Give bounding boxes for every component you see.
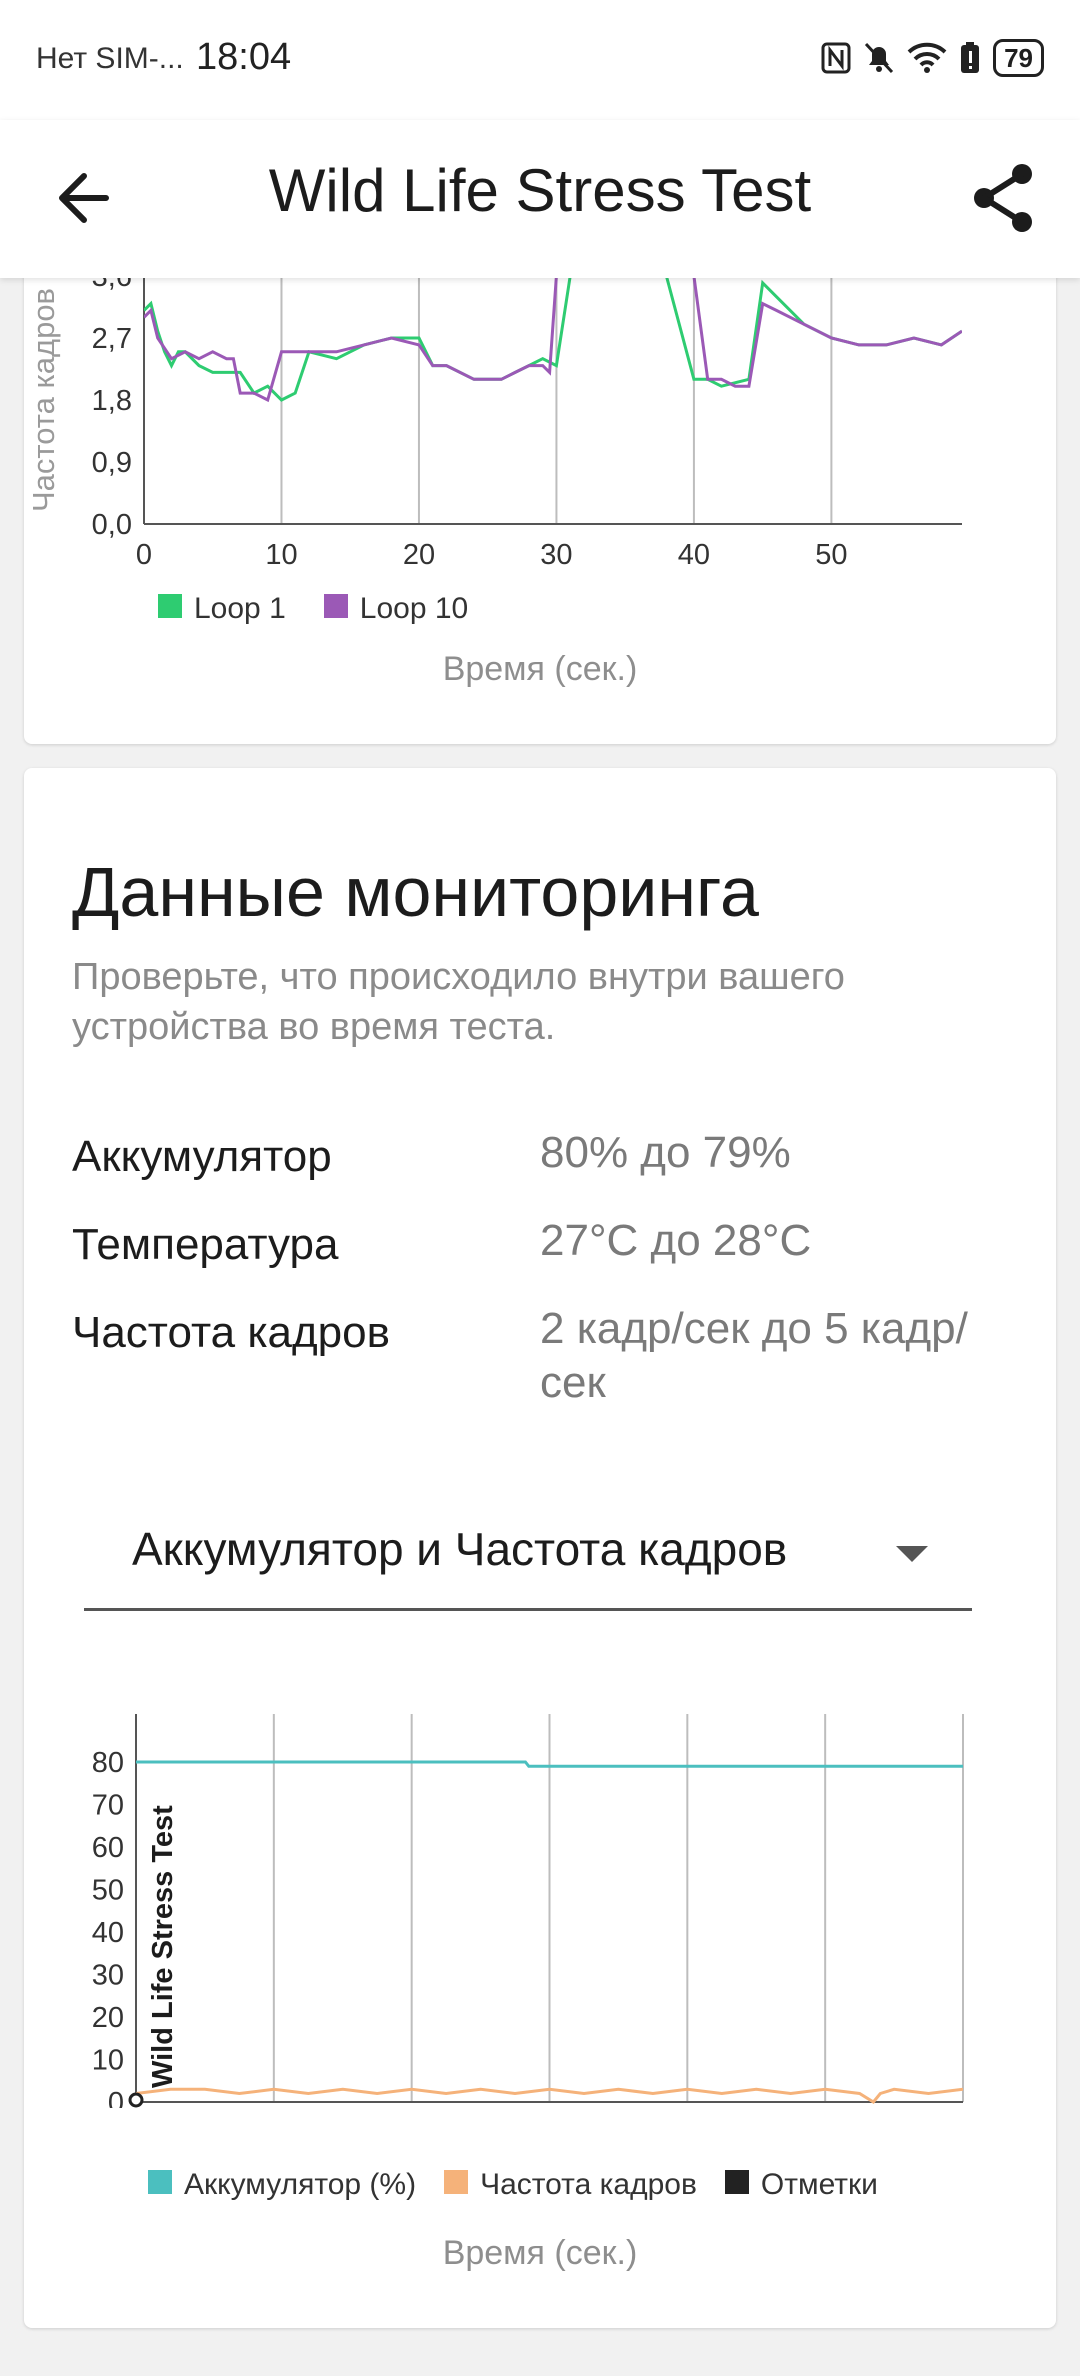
legend-loop10: Loop 10 <box>323 592 469 626</box>
legend-fps: Частота кадров <box>444 2168 697 2202</box>
y-tick-label: 10 <box>92 2045 124 2077</box>
monitoring-card: Данные мониторинга Проверьте, что происх… <box>24 768 1056 2328</box>
mark-annotation-label: Wild Life Stress Test <box>147 1805 179 2088</box>
y-tick-label: 0 <box>108 2087 124 2108</box>
legend-battery: Аккумулятор (%) <box>148 2168 416 2202</box>
y-tick-label: 50 <box>92 1875 124 1907</box>
status-icons: 79 <box>821 36 1044 80</box>
legend-loop1: Loop 1 <box>158 592 286 626</box>
y-tick-label: 60 <box>92 1832 124 1864</box>
battery-alert-icon <box>961 42 980 73</box>
mark-point <box>128 2092 144 2108</box>
monitoring-chart: 02004006008001 0001 20001020304050607080… <box>92 1714 964 2108</box>
y-tick-label: 0,0 <box>92 509 132 541</box>
x-tick-label: 0 <box>136 539 152 571</box>
fps-chart-ylabel: Частота кадров <box>26 288 61 512</box>
y-tick-label: 0,9 <box>92 447 132 479</box>
chart-select-dropdown[interactable]: Аккумулятор и Частота кадров <box>84 1498 972 1611</box>
chevron-down-icon <box>896 1546 928 1562</box>
battery-label: Аккумулятор <box>72 1132 332 1181</box>
legend-marks: Отметки <box>724 2168 878 2202</box>
y-tick-label: 2,7 <box>92 323 132 355</box>
legend-loop10-label: Loop 10 <box>359 592 469 625</box>
monitoring-chart-legend: Аккумулятор (%) Частота кадров Отметки <box>148 2168 878 2202</box>
temperature-label: Температура <box>72 1220 339 1269</box>
x-tick-label: 10 <box>265 539 297 571</box>
monitoring-title: Данные мониторинга <box>72 853 759 931</box>
y-tick-label: 70 <box>92 1790 124 1822</box>
series-line-2 <box>144 274 962 403</box>
temperature-value: 27°C до 28°C <box>540 1216 812 1265</box>
fps-chart-legend: Loop 1 Loop 10 <box>158 592 468 626</box>
y-tick-label: 80 <box>92 1747 124 1779</box>
monitoring-chart-xlabel: Время (сек.) <box>442 2234 638 2272</box>
fps-label: Частота кадров <box>72 1308 390 1357</box>
x-tick-label: 20 <box>403 539 435 571</box>
legend-loop1-label: Loop 1 <box>194 592 286 625</box>
nfc-icon <box>821 42 851 74</box>
carrier-label: Нет SIM-... <box>36 42 184 75</box>
y-tick-label: 20 <box>92 2002 124 2034</box>
legend-battery-label: Аккумулятор (%) <box>184 2168 417 2201</box>
fps-chart-xlabel: Время (сек.) <box>442 650 638 688</box>
y-tick-label: 40 <box>92 1917 124 1949</box>
fps-value: 2 кадр/сек до 5 кадр/сек <box>540 1304 968 1407</box>
battery-value: 80% до 79% <box>540 1128 791 1177</box>
y-tick-label: 1,8 <box>92 385 132 417</box>
legend-fps-label: Частота кадров <box>480 2168 697 2201</box>
wifi-icon <box>907 42 947 73</box>
x-tick-label: 30 <box>540 539 572 571</box>
fps-chart-card: 010203040500,00,91,82,73,6Частота кадров… <box>24 230 1056 744</box>
share-icon[interactable] <box>964 158 1044 238</box>
fps-chart: 010203040500,00,91,82,73,6Частота кадров <box>26 230 962 571</box>
legend-marks-label: Отметки <box>760 2168 878 2201</box>
y-tick-label: 30 <box>92 1960 124 1992</box>
monitoring-subtitle: Проверьте, что происходило внутри вашего… <box>72 956 845 1048</box>
mute-icon <box>864 42 894 74</box>
battery-icon: 79 <box>993 39 1044 77</box>
page-title: Wild Life Stress Test <box>268 157 812 224</box>
clock: 18:04 <box>196 36 292 78</box>
x-tick-label: 50 <box>815 539 847 571</box>
status-bar: Нет SIM-... 18:04 79 <box>0 0 1080 120</box>
x-tick-label: 40 <box>678 539 710 571</box>
dropdown-selected-value: Аккумулятор и Частота кадров <box>132 1523 788 1575</box>
app-bar: Wild Life Stress Test <box>0 120 1080 278</box>
